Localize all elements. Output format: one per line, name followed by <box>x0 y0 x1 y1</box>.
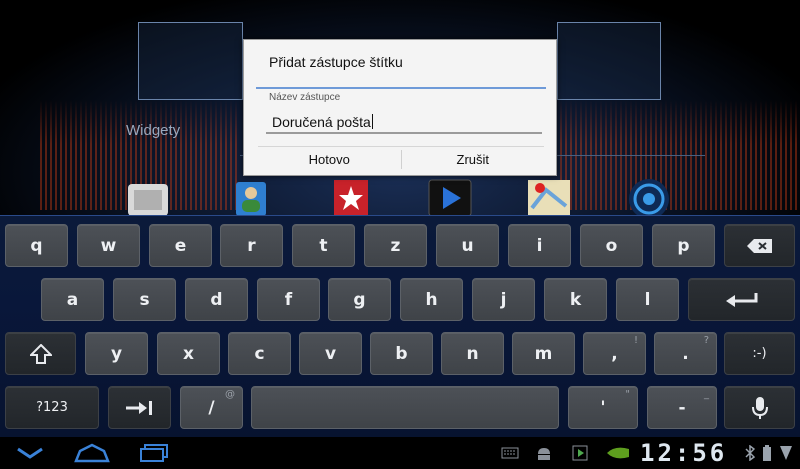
starred-app-icon[interactable] <box>330 178 376 215</box>
shift-arrow-icon <box>29 343 52 364</box>
smiley-key[interactable]: :-) <box>724 332 795 375</box>
key-s[interactable]: s <box>113 278 176 321</box>
key-y[interactable]: y <box>85 332 148 375</box>
home-button[interactable] <box>72 440 112 466</box>
key-v[interactable]: v <box>299 332 362 375</box>
chevron-down-icon <box>17 447 43 459</box>
key-h[interactable]: h <box>400 278 463 321</box>
system-bar: 12:56 <box>0 437 800 469</box>
nvidia-icon <box>604 445 632 461</box>
contacts-app-icon[interactable] <box>228 178 274 215</box>
back-button[interactable] <box>10 440 50 466</box>
key-o[interactable]: o <box>580 224 643 267</box>
key-apostrophe-hint: " <box>625 389 630 400</box>
key-i[interactable]: i <box>508 224 571 267</box>
recent-apps-button[interactable] <box>134 440 174 466</box>
key-d[interactable]: d <box>185 278 248 321</box>
browser-app-icon[interactable] <box>624 178 674 215</box>
voice-input-key[interactable] <box>724 386 795 429</box>
key-r[interactable]: r <box>220 224 283 267</box>
backspace-icon <box>746 238 772 253</box>
key-slash-hint: @ <box>225 389 235 400</box>
recent-apps-icon <box>140 444 168 462</box>
key-j[interactable]: j <box>472 278 535 321</box>
media-play-icon <box>570 445 590 461</box>
key-a[interactable]: a <box>41 278 104 321</box>
video-player-app-icon[interactable] <box>427 178 473 215</box>
status-clock: 12:56 <box>640 439 728 467</box>
android-debug-icon <box>534 445 554 461</box>
key-comma-label: , <box>611 343 618 364</box>
gallery-app-icon[interactable] <box>126 178 172 215</box>
home-icon <box>74 443 110 463</box>
tab-arrow-icon <box>125 400 152 415</box>
backspace-key[interactable] <box>724 224 795 267</box>
key-t[interactable]: t <box>292 224 355 267</box>
key-slash-label: / <box>208 397 215 418</box>
key-l[interactable]: l <box>616 278 679 321</box>
dialog-button-row: Hotovo Zrušit <box>258 146 544 172</box>
key-dash-hint: _ <box>704 389 709 400</box>
key-m[interactable]: m <box>512 332 575 375</box>
key-n[interactable]: n <box>441 332 504 375</box>
tab-key[interactable] <box>108 386 171 429</box>
key-period-label: . <box>682 343 689 364</box>
home-panel-preview-left <box>138 22 243 100</box>
key-period[interactable]: . ? <box>654 332 717 375</box>
bluetooth-icon <box>744 445 756 461</box>
shortcut-name-input[interactable]: Doručená pošta <box>266 108 542 134</box>
add-label-shortcut-dialog: Přidat zástupce štítku Název zástupce Do… <box>243 39 557 176</box>
enter-key[interactable] <box>688 278 795 321</box>
microphone-icon <box>751 396 768 419</box>
shift-key[interactable] <box>5 332 76 375</box>
wifi-signal-icon <box>778 445 794 461</box>
text-cursor <box>371 114 373 129</box>
home-panel-preview-right <box>557 22 661 100</box>
key-e[interactable]: e <box>149 224 212 267</box>
key-p[interactable]: p <box>652 224 715 267</box>
key-z[interactable]: z <box>364 224 427 267</box>
key-b[interactable]: b <box>370 332 433 375</box>
key-q[interactable]: q <box>5 224 68 267</box>
key-comma[interactable]: , ! <box>583 332 646 375</box>
key-dash[interactable]: - _ <box>647 386 717 429</box>
maps-app-icon[interactable] <box>526 178 572 215</box>
enter-arrow-icon <box>725 292 757 307</box>
key-w[interactable]: w <box>77 224 140 267</box>
key-period-hint: ? <box>703 335 709 346</box>
dialog-title-divider <box>256 87 546 89</box>
shortcut-name-value: Doručená pošta <box>272 114 371 130</box>
key-slash[interactable]: / @ <box>180 386 243 429</box>
widgets-tab-label[interactable]: Widgety <box>126 122 180 139</box>
key-comma-hint: ! <box>633 335 638 346</box>
soft-keyboard: q w e r t z u i o p a s d f g h j k l y … <box>0 215 800 437</box>
key-k[interactable]: k <box>544 278 607 321</box>
key-apostrophe[interactable]: ' " <box>568 386 638 429</box>
key-g[interactable]: g <box>328 278 391 321</box>
key-f[interactable]: f <box>257 278 320 321</box>
battery-icon <box>760 445 774 461</box>
shortcut-name-label: Název zástupce <box>269 92 341 103</box>
space-key[interactable] <box>251 386 559 429</box>
key-apostrophe-label: ' <box>600 397 606 418</box>
key-u[interactable]: u <box>436 224 499 267</box>
symbols-key[interactable]: ?123 <box>5 386 99 429</box>
key-c[interactable]: c <box>228 332 291 375</box>
keyboard-icon <box>500 445 520 461</box>
key-dash-label: - <box>678 397 686 418</box>
cancel-button[interactable]: Zrušit <box>402 147 545 172</box>
key-x[interactable]: x <box>157 332 220 375</box>
done-button[interactable]: Hotovo <box>258 147 401 172</box>
dialog-title: Přidat zástupce štítku <box>269 54 403 70</box>
